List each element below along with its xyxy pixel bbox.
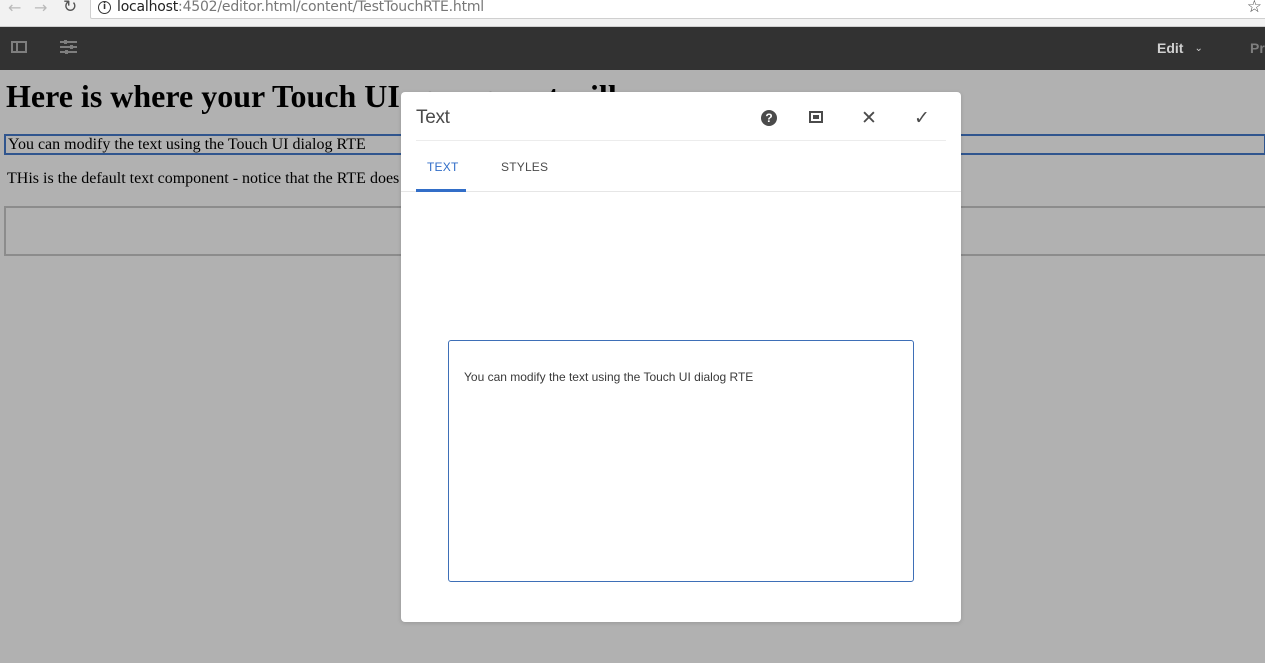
tabs-divider — [401, 191, 961, 192]
text-component-content: You can modify the text using the Touch … — [8, 136, 366, 153]
back-arrow-icon[interactable]: ← — [8, 0, 21, 16]
tab-styles[interactable]: STYLES — [501, 160, 548, 174]
browser-toolbar: ← → ↻ i localhost:4502/editor.html/conte… — [0, 0, 1265, 27]
cancel-button[interactable]: ✕ — [855, 105, 883, 131]
default-text-component[interactable]: THis is the default text component - not… — [7, 169, 399, 189]
help-button[interactable]: ? — [755, 105, 783, 131]
rich-text-editor[interactable]: You can modify the text using the Touch … — [448, 340, 914, 582]
bookmark-star-icon[interactable]: ☆ — [1247, 0, 1262, 17]
mode-selector[interactable]: Edit ⌄ — [1157, 40, 1203, 56]
preview-button[interactable]: Pr — [1250, 40, 1265, 56]
url-text[interactable]: localhost:4502/editor.html/content/TestT… — [117, 0, 484, 15]
chevron-down-icon: ⌄ — [1194, 43, 1203, 54]
fullscreen-icon — [809, 111, 823, 123]
url-host: localhost — [117, 0, 179, 15]
reload-icon[interactable]: ↻ — [63, 0, 77, 16]
done-button[interactable]: ✓ — [908, 105, 936, 131]
active-tab-indicator — [416, 189, 466, 192]
page-properties-icon[interactable] — [60, 40, 77, 54]
editor-toolbar: Edit ⌄ Pr — [0, 27, 1265, 70]
header-divider — [416, 140, 946, 141]
dialog-title: Text — [416, 107, 450, 128]
close-icon: ✕ — [861, 107, 877, 129]
info-icon[interactable]: i — [98, 1, 111, 14]
fullscreen-button[interactable] — [803, 105, 831, 131]
text-dialog: Text ? ✕ ✓ TEXT STYLES You can modify th… — [401, 92, 961, 622]
address-bar[interactable]: i localhost:4502/editor.html/content/Tes… — [90, 0, 1265, 19]
tab-text[interactable]: TEXT — [427, 160, 458, 174]
mode-label: Edit — [1157, 40, 1184, 56]
help-icon: ? — [761, 110, 777, 126]
side-panel-toggle-icon[interactable] — [11, 41, 27, 53]
url-path: :4502/editor.html/content/TestTouchRTE.h… — [178, 0, 484, 15]
checkmark-icon: ✓ — [914, 107, 930, 129]
rte-content: You can modify the text using the Touch … — [464, 370, 754, 384]
forward-arrow-icon[interactable]: → — [34, 0, 47, 16]
